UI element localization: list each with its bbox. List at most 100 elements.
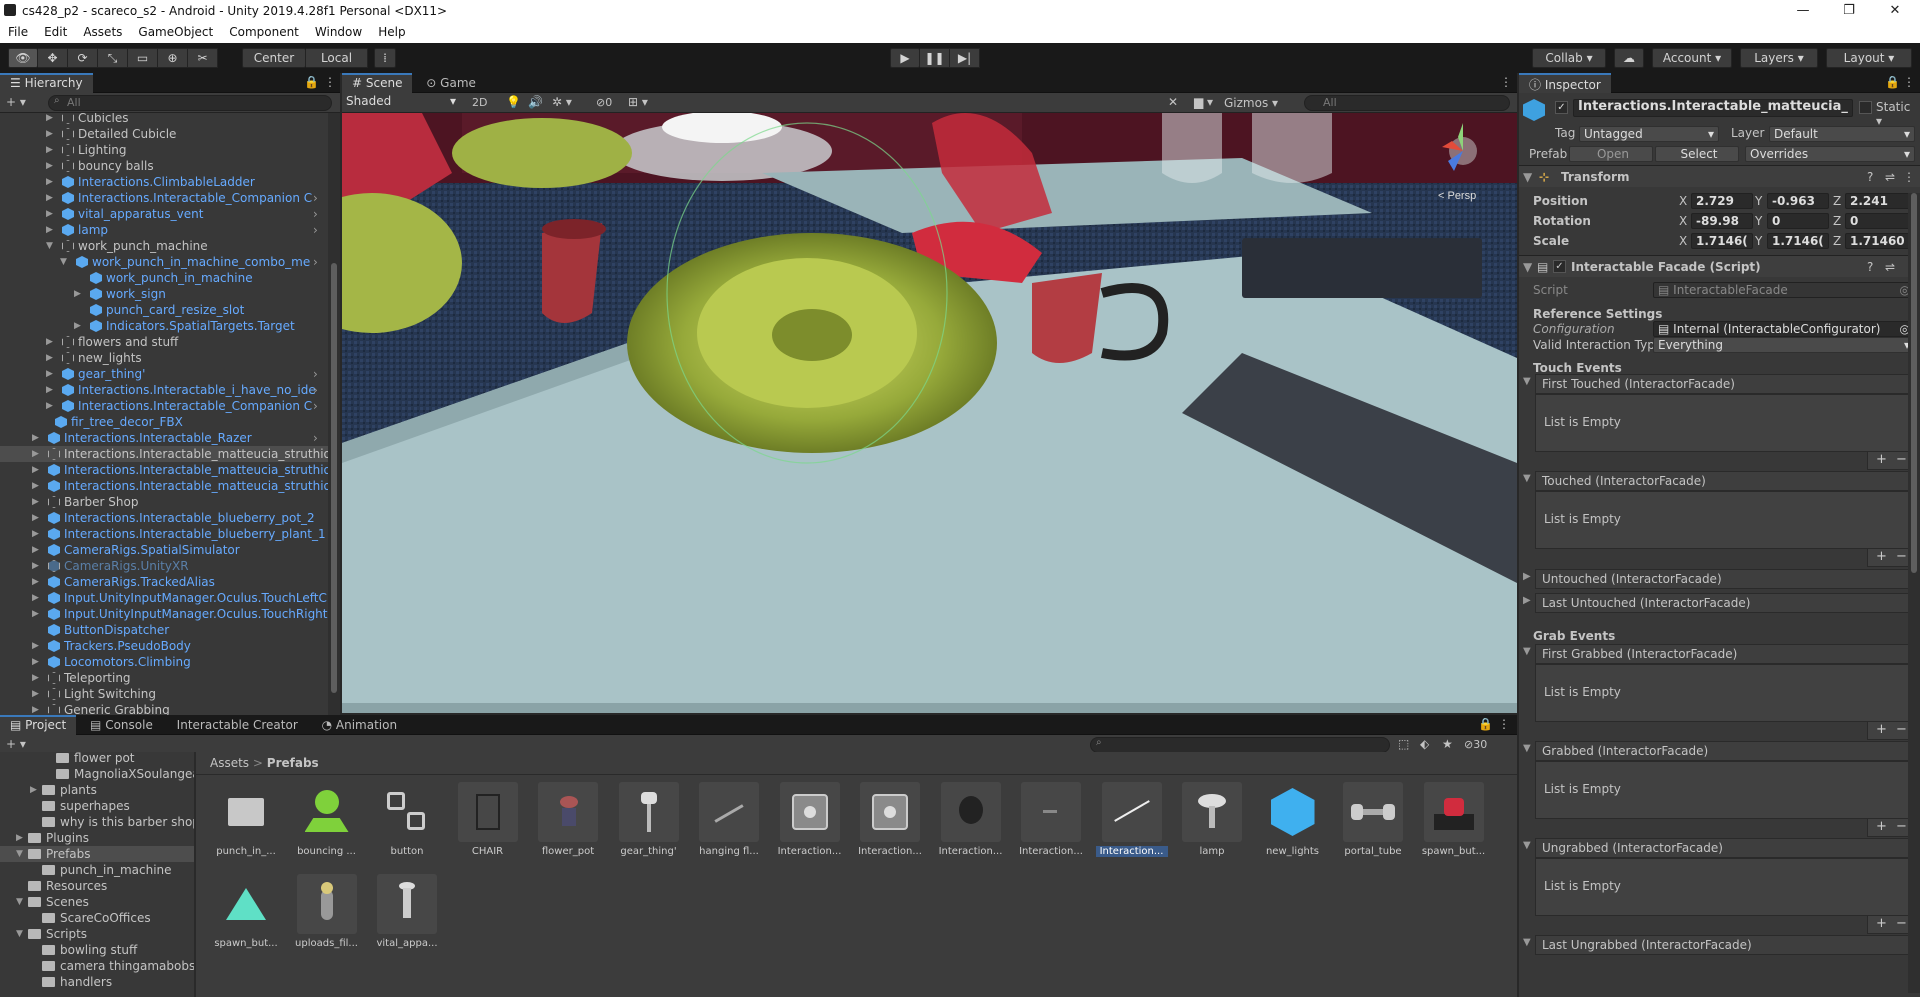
collapse-arrow-icon[interactable]: ▶ <box>32 462 42 478</box>
project-folder-item[interactable]: ▼ Scenes <box>0 894 194 910</box>
collapse-arrow-icon[interactable]: ▶ <box>1523 571 1531 582</box>
position-x-field[interactable]: 2.729 <box>1691 193 1753 209</box>
grabbed-event-header[interactable]: Grabbed (InteractorFacade) <box>1535 741 1913 761</box>
hierarchy-item[interactable]: ▶ Interactions.Interactable_Razer › <box>0 430 328 446</box>
hierarchy-item[interactable]: work_punch_in_machine <box>0 270 328 286</box>
project-folder-item[interactable]: ▶ plants <box>0 782 194 798</box>
mode-2d-button[interactable]: 2D <box>472 96 487 109</box>
collapse-arrow-icon[interactable]: ▶ <box>46 222 56 238</box>
asset-item[interactable]: bouncing ... <box>291 782 363 857</box>
open-prefab-chevron-icon[interactable]: › <box>313 190 318 206</box>
valid-types-dropdown[interactable]: Everything ▾ <box>1653 337 1915 353</box>
inspector-scrollbar[interactable] <box>1908 193 1920 993</box>
tab-scene[interactable]: # Scene <box>342 73 413 93</box>
collapse-arrow-icon[interactable]: ▶ <box>32 494 42 510</box>
asset-item[interactable]: CHAIR <box>452 782 524 857</box>
project-folder-item[interactable]: why is this barber shop <box>0 814 194 830</box>
camera-icon[interactable]: ▆ ▾ <box>1194 95 1213 109</box>
touched-event-header[interactable]: Touched (InteractorFacade) <box>1535 471 1913 491</box>
hierarchy-scrollbar[interactable] <box>328 113 340 715</box>
expand-arrow-icon[interactable]: ▼ <box>46 238 56 254</box>
project-search-input[interactable] <box>1090 737 1390 753</box>
prefab-overrides-dropdown[interactable]: Overrides ▾ <box>1745 146 1915 162</box>
expand-arrow-icon[interactable]: ▼ <box>16 926 23 942</box>
inspector-lock-icon[interactable]: 🔒 <box>1885 75 1900 89</box>
preset-icon[interactable]: ⇌ <box>1885 256 1895 278</box>
asset-item[interactable]: flower_pot <box>532 782 604 857</box>
tab-interactable-creator[interactable]: Interactable Creator <box>167 715 308 735</box>
close-icon[interactable]: ✕ <box>1872 0 1918 22</box>
collapse-arrow-icon[interactable]: ▶ <box>46 126 56 142</box>
asset-item[interactable]: vital_appa... <box>371 874 443 949</box>
facade-header[interactable]: ▼ ▤ ✓ Interactable Facade (Script) ? ⇌ ⋮ <box>1519 255 1920 277</box>
remove-icon[interactable]: − <box>1896 916 1907 932</box>
hierarchy-item[interactable]: ▶ Indicators.SpatialTargets.Target <box>0 318 328 334</box>
tab-console[interactable]: ▤ Console <box>80 715 163 735</box>
hierarchy-item[interactable]: ▶ vital_apparatus_vent › <box>0 206 328 222</box>
transform-header[interactable]: ▼ ⊹ Transform ? ⇌ ⋮ <box>1519 165 1920 187</box>
step-button[interactable]: ▶| <box>950 48 980 68</box>
prefab-select-button[interactable]: Select <box>1655 146 1739 162</box>
hierarchy-item[interactable]: ▶ Locomotors.Climbing <box>0 654 328 670</box>
collapse-arrow-icon[interactable]: ▶ <box>46 350 56 366</box>
collapse-arrow-icon[interactable]: ▶ <box>32 638 42 654</box>
expand-arrow-icon[interactable]: ▼ <box>1523 376 1531 387</box>
script-field[interactable]: ▤ InteractableFacade ◎ <box>1653 282 1915 298</box>
hierarchy-item[interactable]: ▶ CameraRigs.TrackedAlias <box>0 574 328 590</box>
grabbed-add-remove[interactable]: + − <box>1867 819 1913 837</box>
expand-arrow-icon[interactable]: ▼ <box>1523 840 1531 851</box>
asset-item[interactable]: hanging fl... <box>693 782 765 857</box>
menu-file[interactable]: File <box>0 22 36 43</box>
hierarchy-item[interactable]: fir_tree_decor_FBX <box>0 414 328 430</box>
project-folder-item[interactable]: Resources <box>0 878 194 894</box>
collapse-arrow-icon[interactable]: ▶ <box>32 670 42 686</box>
preset-icon[interactable]: ⇌ <box>1885 166 1895 188</box>
scale-tool-icon[interactable]: ⤡ <box>98 48 128 68</box>
menu-help[interactable]: Help <box>370 22 413 43</box>
hierarchy-item[interactable]: ▶ flowers and stuff <box>0 334 328 350</box>
persp-label[interactable]: < Persp <box>1438 190 1476 202</box>
create-add-icon[interactable]: + ▾ <box>6 95 26 109</box>
scene-render[interactable]: < Persp <box>342 113 1517 713</box>
hierarchy-item[interactable]: ButtonDispatcher <box>0 622 328 638</box>
project-folder-item[interactable]: camera thingamabobs <box>0 958 194 974</box>
tab-project[interactable]: ▤ Project <box>0 715 77 735</box>
add-icon[interactable]: + <box>1876 452 1887 468</box>
rotation-x-field[interactable]: -89.98 <box>1691 213 1753 229</box>
account-dropdown[interactable]: Account ▾ <box>1652 48 1732 68</box>
expand-arrow-icon[interactable]: ▼ <box>1523 743 1531 754</box>
hierarchy-item[interactable]: ▶ work_sign <box>0 286 328 302</box>
scene-viewport[interactable]: < Persp <box>342 113 1517 713</box>
filter-label-icon[interactable]: ⬖ <box>1420 737 1429 751</box>
collapse-arrow-icon[interactable]: ▶ <box>16 830 23 846</box>
collapse-arrow-icon[interactable]: ▶ <box>1523 595 1531 606</box>
filter-type-icon[interactable]: ⬚ <box>1398 737 1409 751</box>
tag-dropdown[interactable]: Untagged ▾ <box>1579 126 1719 142</box>
tools-icon[interactable]: ✕ <box>1168 95 1178 109</box>
add-icon[interactable]: + <box>1876 819 1887 835</box>
collapse-arrow-icon[interactable]: ▶ <box>32 606 42 622</box>
collapse-arrow-icon[interactable]: ▶ <box>32 510 42 526</box>
layer-dropdown[interactable]: Default ▾ <box>1769 126 1915 142</box>
open-prefab-chevron-icon[interactable]: › <box>313 206 318 222</box>
project-folder-item[interactable]: ▼ Scripts <box>0 926 194 942</box>
move-tool-icon[interactable]: ✥ <box>38 48 68 68</box>
open-prefab-chevron-icon[interactable]: › <box>313 398 318 414</box>
menu-gameobject[interactable]: GameObject <box>130 22 221 43</box>
open-prefab-chevron-icon[interactable]: › <box>313 430 318 446</box>
open-prefab-chevron-icon[interactable]: › <box>313 366 318 382</box>
collapse-arrow-icon[interactable]: ▶ <box>46 382 56 398</box>
collapse-arrow-icon[interactable]: ▶ <box>32 654 42 670</box>
collapse-arrow-icon[interactable]: ▶ <box>32 446 42 462</box>
minimize-icon[interactable]: — <box>1780 0 1826 22</box>
remove-icon[interactable]: − <box>1896 549 1907 565</box>
collapse-arrow-icon[interactable]: ▶ <box>46 113 56 126</box>
collapse-arrow-icon[interactable]: ▶ <box>32 542 42 558</box>
collapse-arrow-icon[interactable]: ▶ <box>46 190 56 206</box>
play-button[interactable]: ▶ <box>890 48 920 68</box>
first-touched-event-header[interactable]: First Touched (InteractorFacade) <box>1535 374 1913 394</box>
object-name-field[interactable]: Interactions.Interactable_matteucia_ <box>1573 99 1853 117</box>
asset-item[interactable]: gear_thing' <box>613 782 685 857</box>
scale-z-field[interactable]: 1.71460 <box>1845 233 1915 249</box>
hierarchy-item[interactable]: ▶ bouncy balls <box>0 158 328 174</box>
